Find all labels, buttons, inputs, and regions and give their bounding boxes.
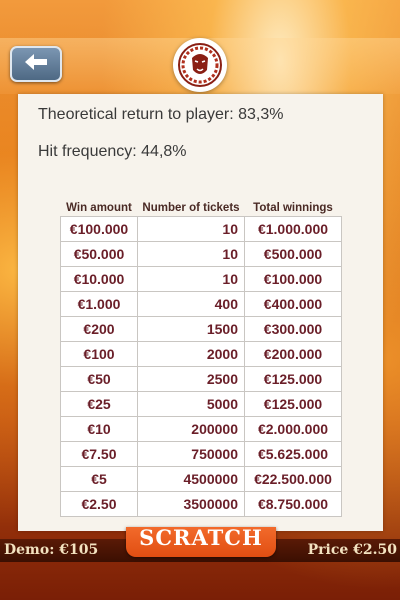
return-to-player-text: Theoretical return to player: 83,3% xyxy=(38,106,284,123)
prize-table-header: Win amount Number of tickets Total winni… xyxy=(61,201,342,217)
win-amount-cell: €100 xyxy=(60,341,138,367)
total-winnings-cell: €125.000 xyxy=(244,391,342,417)
win-amount-cell: €1.000 xyxy=(60,291,138,317)
ticket-count-cell: 4500000 xyxy=(137,466,245,492)
ticket-count-cell: 10 xyxy=(137,241,245,267)
win-amount-cell: €5 xyxy=(60,466,138,492)
win-amount-cell: €50.000 xyxy=(60,241,138,267)
demo-balance: Demo: €105 xyxy=(4,542,99,558)
ticket-count-cell: 400 xyxy=(137,291,245,317)
column-header-win-amount: Win amount xyxy=(66,202,132,214)
total-winnings-cell: €8.750.000 xyxy=(244,491,342,517)
win-amount-cell: €2.50 xyxy=(60,491,138,517)
win-amount-cell: €25 xyxy=(60,391,138,417)
ticket-count-cell: 3500000 xyxy=(137,491,245,517)
column-header-number-of-tickets: Number of tickets xyxy=(142,202,240,214)
table-row: €100 2000 €200.000 xyxy=(60,341,342,367)
table-row: €50 2500 €125.000 xyxy=(60,366,342,392)
table-row: €100.000 10 €1.000.000 xyxy=(60,216,342,242)
win-amount-cell: €50 xyxy=(60,366,138,392)
table-row: €5 4500000 €22.500.000 xyxy=(60,466,342,492)
win-amount-cell: €10.000 xyxy=(60,266,138,292)
column-header-total-winnings: Total winnings xyxy=(253,202,333,214)
table-row: €10.000 10 €100.000 xyxy=(60,266,342,292)
total-winnings-cell: €200.000 xyxy=(244,341,342,367)
ticket-count-cell: 10 xyxy=(137,266,245,292)
win-amount-cell: €100.000 xyxy=(60,216,138,242)
scratch-button[interactable]: SCRATCH xyxy=(126,527,276,557)
ticket-count-cell: 200000 xyxy=(137,416,245,442)
ticket-count-cell: 1500 xyxy=(137,316,245,342)
ticket-count-cell: 5000 xyxy=(137,391,245,417)
table-row: €1.000 400 €400.000 xyxy=(60,291,342,317)
ticket-count-cell: 750000 xyxy=(137,441,245,467)
table-row: €7.50 750000 €5.625.000 xyxy=(60,441,342,467)
total-winnings-cell: €125.000 xyxy=(244,366,342,392)
back-button[interactable] xyxy=(10,46,62,82)
table-row: €2.50 3500000 €8.750.000 xyxy=(60,491,342,517)
ticket-count-cell: 2500 xyxy=(137,366,245,392)
total-winnings-cell: €22.500.000 xyxy=(244,466,342,492)
total-winnings-cell: €300.000 xyxy=(244,316,342,342)
win-amount-cell: €200 xyxy=(60,316,138,342)
hit-frequency-text: Hit frequency: 44,8% xyxy=(38,143,187,160)
ticket-count-cell: 10 xyxy=(137,216,245,242)
total-winnings-cell: €5.625.000 xyxy=(244,441,342,467)
table-row: €25 5000 €125.000 xyxy=(60,391,342,417)
table-row: €10 200000 €2.000.000 xyxy=(60,416,342,442)
lion-logo-icon xyxy=(173,38,227,92)
arrow-left-icon xyxy=(23,52,49,77)
ticket-price: Price €2.50 xyxy=(307,542,397,558)
total-winnings-cell: €100.000 xyxy=(244,266,342,292)
table-row: €50.000 10 €500.000 xyxy=(60,241,342,267)
total-winnings-cell: €500.000 xyxy=(244,241,342,267)
prize-table: Win amount Number of tickets Total winni… xyxy=(60,201,342,517)
table-row: €200 1500 €300.000 xyxy=(60,316,342,342)
win-amount-cell: €10 xyxy=(60,416,138,442)
win-amount-cell: €7.50 xyxy=(60,441,138,467)
total-winnings-cell: €1.000.000 xyxy=(244,216,342,242)
ticket-count-cell: 2000 xyxy=(137,341,245,367)
total-winnings-cell: €2.000.000 xyxy=(244,416,342,442)
total-winnings-cell: €400.000 xyxy=(244,291,342,317)
